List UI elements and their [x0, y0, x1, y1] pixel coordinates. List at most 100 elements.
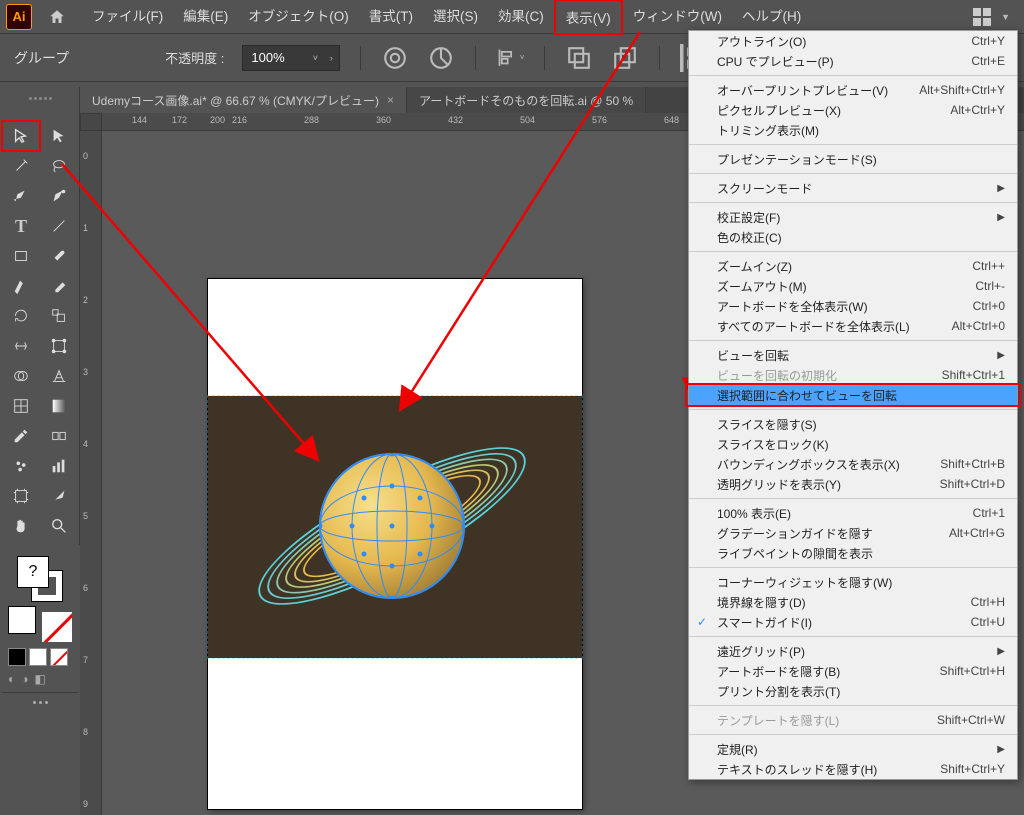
menu-item[interactable]: アートボードを隠す(B)Shift+Ctrl+H [689, 661, 1017, 681]
menu-item[interactable]: すべてのアートボードを全体表示(L)Alt+Ctrl+0 [689, 316, 1017, 336]
default-fill-icon[interactable] [8, 606, 36, 634]
menu-item[interactable]: スライスをロック(K) [689, 434, 1017, 454]
menu-item[interactable]: ライブペイントの隙間を表示 [689, 543, 1017, 563]
menu-item[interactable]: 100% 表示(E)Ctrl+1 [689, 503, 1017, 523]
vertical-ruler[interactable]: 0 1 2 3 4 5 6 7 8 9 [80, 131, 102, 815]
menu-item[interactable]: ズームイン(Z)Ctrl++ [689, 256, 1017, 276]
menu-item[interactable]: スクリーンモード▶ [689, 178, 1017, 198]
scale-tool[interactable] [40, 301, 78, 331]
zoom-tool[interactable] [40, 511, 78, 541]
artboard-tool[interactable] [2, 481, 40, 511]
menu-item[interactable]: スライスを隠す(S) [689, 414, 1017, 434]
shape-mode1-icon[interactable] [565, 44, 593, 72]
ruler-origin[interactable] [80, 113, 102, 131]
fill-swatch[interactable]: ? [17, 556, 49, 588]
type-tool[interactable]: T [2, 211, 40, 241]
swatch-white[interactable] [29, 648, 47, 666]
menu-item[interactable]: オーバープリントプレビュー(V)Alt+Shift+Ctrl+Y [689, 80, 1017, 100]
slice-tool[interactable] [40, 481, 78, 511]
close-icon[interactable]: × [387, 93, 394, 107]
draw-behind-icon[interactable]: ◑ [21, 672, 28, 686]
menu-item[interactable]: コーナーウィジェットを隠す(W) [689, 572, 1017, 592]
fill-stroke-swatch[interactable]: ? [17, 556, 63, 602]
menu-item[interactable]: バウンディングボックスを表示(X)Shift+Ctrl+B [689, 454, 1017, 474]
eraser-tool[interactable] [40, 271, 78, 301]
workspace-switcher-icon[interactable] [973, 8, 991, 26]
menu-item[interactable]: 色の校正(C) [689, 227, 1017, 247]
menu-item[interactable]: アウトライン(O)Ctrl+Y [689, 31, 1017, 51]
style-icon[interactable] [381, 44, 409, 72]
menu-item[interactable]: 境界線を隠す(D)Ctrl+H [689, 592, 1017, 612]
rotate-tool[interactable] [2, 301, 40, 331]
none-swatch-icon[interactable] [42, 612, 72, 642]
menu-item[interactable]: ピクセルプレビュー(X)Alt+Ctrl+Y [689, 100, 1017, 120]
column-graph-tool[interactable] [40, 451, 78, 481]
opacity-field[interactable]: 100% ˅ › [242, 45, 340, 71]
shape-builder-tool[interactable] [2, 361, 40, 391]
width-tool[interactable] [2, 331, 40, 361]
menu-type[interactable]: 書式(T) [359, 0, 423, 35]
artwork-saturn[interactable] [262, 411, 522, 641]
menu-item[interactable]: アートボードを全体表示(W)Ctrl+0 [689, 296, 1017, 316]
menu-separator [689, 705, 1017, 706]
menu-item[interactable]: プリント分割を表示(T) [689, 681, 1017, 701]
document-tab[interactable]: アートボードそのものを回転.ai @ 50 % [407, 87, 646, 113]
chevron-down-icon[interactable]: ▼ [1001, 12, 1010, 22]
menu-item[interactable]: 定規(R)▶ [689, 739, 1017, 759]
paintbrush-tool[interactable] [40, 241, 78, 271]
recolor-icon[interactable] [427, 44, 455, 72]
opacity-value[interactable]: 100% [243, 50, 307, 65]
shape-mode2-icon[interactable] [611, 44, 639, 72]
hand-tool[interactable] [2, 511, 40, 541]
draw-normal-icon[interactable]: ◐ [8, 672, 15, 686]
ruler-tick: 9 [83, 799, 88, 809]
toolbox-grip[interactable] [2, 91, 78, 105]
menu-item[interactable]: グラデーションガイドを隠すAlt+Ctrl+G [689, 523, 1017, 543]
menu-edit[interactable]: 編集(E) [173, 0, 238, 35]
home-button[interactable] [46, 6, 68, 28]
chevron-down-icon[interactable]: ˅ [307, 53, 323, 63]
shaper-tool[interactable] [2, 271, 40, 301]
direct-selection-tool[interactable] [40, 121, 78, 151]
menu-item[interactable]: CPU でプレビュー(P)Ctrl+E [689, 51, 1017, 71]
swatch-black[interactable] [8, 648, 26, 666]
symbol-sprayer-tool[interactable] [2, 451, 40, 481]
menu-object[interactable]: オブジェクト(O) [238, 0, 359, 35]
draw-inside-icon[interactable]: ◧ [35, 672, 46, 686]
menu-item[interactable]: ズームアウト(M)Ctrl+- [689, 276, 1017, 296]
selection-tool[interactable] [2, 121, 40, 151]
menu-view[interactable]: 表示(V) [554, 0, 623, 35]
lasso-tool[interactable] [40, 151, 78, 181]
menu-item[interactable]: 校正設定(F)▶ [689, 207, 1017, 227]
align-left-icon[interactable]: ˅ [496, 44, 524, 72]
menu-item[interactable]: ✓スマートガイド(I)Ctrl+U [689, 612, 1017, 632]
free-transform-tool[interactable] [40, 331, 78, 361]
magic-wand-tool[interactable] [2, 151, 40, 181]
rectangle-tool[interactable] [2, 241, 40, 271]
menu-item[interactable]: トリミング表示(M) [689, 120, 1017, 140]
swatch-none[interactable] [50, 648, 68, 666]
menu-item[interactable]: 透明グリッドを表示(Y)Shift+Ctrl+D [689, 474, 1017, 494]
chevron-right-icon[interactable]: › [323, 53, 339, 63]
line-tool[interactable] [40, 211, 78, 241]
menu-file[interactable]: ファイル(F) [82, 0, 173, 35]
pen-tool[interactable] [2, 181, 40, 211]
menu-item[interactable]: 選択範囲に合わせてビューを回転 [689, 385, 1017, 405]
mesh-tool[interactable] [2, 391, 40, 421]
toolbox-more[interactable] [2, 697, 78, 708]
artwork-planet[interactable] [319, 453, 465, 599]
gradient-tool[interactable] [40, 391, 78, 421]
perspective-grid-tool[interactable] [40, 361, 78, 391]
menu-effect[interactable]: 効果(C) [488, 0, 554, 35]
eyedropper-tool[interactable] [2, 421, 40, 451]
menu-select[interactable]: 選択(S) [423, 0, 488, 35]
document-tab[interactable]: Udemyコース画像.ai* @ 66.67 % (CMYK/プレビュー) × [80, 87, 407, 113]
menu-item: ビューを回転の初期化Shift+Ctrl+1 [689, 365, 1017, 385]
menu-item[interactable]: ビューを回転▶ [689, 345, 1017, 365]
menu-item[interactable]: 遠近グリッド(P)▶ [689, 641, 1017, 661]
menu-item[interactable]: プレゼンテーションモード(S) [689, 149, 1017, 169]
blend-tool[interactable] [40, 421, 78, 451]
menu-item[interactable]: テキストのスレッドを隠す(H)Shift+Ctrl+Y [689, 759, 1017, 779]
curvature-tool[interactable] [40, 181, 78, 211]
menu-shortcut: Ctrl+0 [973, 299, 1005, 313]
